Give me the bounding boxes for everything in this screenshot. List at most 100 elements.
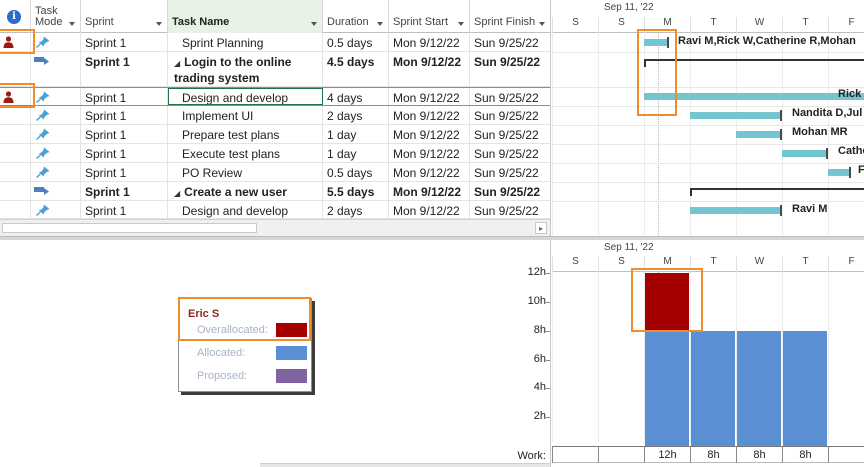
sprint-column-header[interactable]: Sprint: [81, 0, 168, 33]
allocated-bar[interactable]: [645, 330, 689, 446]
task-mode-column-header[interactable]: Task Mode: [31, 0, 81, 33]
task-bar[interactable]: [736, 129, 782, 140]
indicator-cell[interactable]: [0, 163, 31, 181]
sprint-finish-cell[interactable]: Sun 9/25/22: [470, 106, 550, 124]
task-name-column-header[interactable]: Task Name: [168, 0, 323, 33]
task-name-cell[interactable]: PO Review: [168, 163, 323, 181]
sprint-cell[interactable]: Sprint 1: [81, 33, 168, 51]
task-bar[interactable]: [644, 37, 669, 48]
indicator-cell[interactable]: [0, 182, 31, 200]
task-bar[interactable]: [690, 205, 782, 216]
indicators-column-header[interactable]: i: [0, 0, 31, 33]
sprint-finish-cell[interactable]: Sun 9/25/22: [470, 88, 550, 105]
task-bar[interactable]: [690, 110, 782, 121]
overallocated-person-icon[interactable]: [3, 36, 14, 48]
sprint-cell[interactable]: Sprint 1: [81, 163, 168, 181]
chevron-down-icon[interactable]: [377, 22, 383, 26]
scroll-right-arrow-icon[interactable]: ▸: [535, 222, 547, 234]
chevron-down-icon[interactable]: [539, 22, 545, 26]
sprint-start-cell[interactable]: Mon 9/12/22: [389, 201, 470, 218]
indicator-cell[interactable]: [0, 88, 31, 105]
task-row[interactable]: Sprint 1 Design and develop 4 days Mon 9/12…: [0, 87, 550, 106]
duration-cell[interactable]: 1 day: [323, 144, 389, 162]
sprint-finish-cell[interactable]: Sun 9/25/22: [470, 33, 550, 51]
sprint-finish-cell[interactable]: Sun 9/25/22: [470, 201, 550, 218]
duration-cell[interactable]: 0.5 days: [323, 163, 389, 181]
task-bar[interactable]: [644, 93, 864, 100]
indicator-cell[interactable]: [0, 33, 31, 51]
summary-bar[interactable]: [644, 59, 864, 67]
task-bar[interactable]: [828, 167, 851, 178]
sprint-start-cell[interactable]: Mon 9/12/22: [389, 88, 470, 105]
bottom-horizontal-scrollbar[interactable]: [260, 463, 550, 467]
task-mode-cell[interactable]: [31, 144, 81, 162]
sprint-start-column-header[interactable]: Sprint Start: [389, 0, 470, 33]
task-name-cell[interactable]: Implement UI: [168, 106, 323, 124]
sprint-start-cell[interactable]: Mon 9/12/22: [389, 106, 470, 124]
task-mode-cell[interactable]: [31, 33, 81, 51]
grid-horizontal-scrollbar[interactable]: ▸: [0, 219, 550, 236]
task-row[interactable]: Sprint 1 Implement UI 2 days Mon 9/12/22 Sun…: [0, 106, 550, 125]
sprint-start-cell[interactable]: Mon 9/12/22: [389, 52, 470, 86]
task-mode-cell[interactable]: [31, 125, 81, 143]
sprint-start-cell[interactable]: Mon 9/12/22: [389, 163, 470, 181]
sprint-start-cell[interactable]: Mon 9/12/22: [389, 33, 470, 51]
sprint-cell[interactable]: Sprint 1: [81, 52, 168, 86]
indicator-cell[interactable]: [0, 201, 31, 218]
sprint-finish-cell[interactable]: Sun 9/25/22: [470, 144, 550, 162]
scrollbar-thumb[interactable]: [2, 223, 257, 233]
duration-cell[interactable]: 4.5 days: [323, 52, 389, 86]
duration-cell[interactable]: 0.5 days: [323, 33, 389, 51]
task-row[interactable]: Sprint 1 ◢ Create a new user 5.5 days Mon 9/…: [0, 182, 550, 201]
task-mode-cell[interactable]: [31, 182, 81, 200]
duration-cell[interactable]: 2 days: [323, 201, 389, 218]
duration-cell[interactable]: 1 day: [323, 125, 389, 143]
indicator-cell[interactable]: [0, 52, 31, 86]
sprint-start-cell[interactable]: Mon 9/12/22: [389, 144, 470, 162]
chevron-down-icon[interactable]: [69, 22, 75, 26]
sprint-cell[interactable]: Sprint 1: [81, 88, 168, 105]
duration-cell[interactable]: 5.5 days: [323, 182, 389, 200]
sprint-cell[interactable]: Sprint 1: [81, 125, 168, 143]
sprint-finish-cell[interactable]: Sun 9/25/22: [470, 182, 550, 200]
task-row[interactable]: Sprint 1 PO Review 0.5 days Mon 9/12/22 Sun …: [0, 163, 550, 182]
overallocated-bar[interactable]: [645, 273, 689, 331]
sprint-finish-cell[interactable]: Sun 9/25/22: [470, 52, 550, 86]
duration-cell[interactable]: 2 days: [323, 106, 389, 124]
task-mode-cell[interactable]: [31, 201, 81, 218]
chevron-down-icon[interactable]: [156, 22, 162, 26]
task-mode-cell[interactable]: [31, 52, 81, 86]
task-row[interactable]: Sprint 1 Prepare test plans 1 day Mon 9/12/…: [0, 125, 550, 144]
task-mode-cell[interactable]: [31, 106, 81, 124]
task-bar[interactable]: [782, 148, 828, 159]
task-name-cell[interactable]: ◢ Create a new user: [168, 182, 323, 200]
indicator-cell[interactable]: [0, 106, 31, 124]
sprint-finish-column-header[interactable]: Sprint Finish: [470, 0, 550, 33]
sprint-start-cell[interactable]: Mon 9/12/22: [389, 125, 470, 143]
sprint-start-cell[interactable]: Mon 9/12/22: [389, 182, 470, 200]
task-name-cell[interactable]: Design and develop: [168, 88, 323, 105]
task-row[interactable]: Sprint 1 Execute test plans 1 day Mon 9/12/…: [0, 144, 550, 163]
gantt-chart[interactable]: Sep 11, '22 SSMTWTF Ravi M,Rick W,Cather…: [552, 0, 864, 236]
sprint-cell[interactable]: Sprint 1: [81, 106, 168, 124]
indicator-cell[interactable]: [0, 144, 31, 162]
allocated-bar[interactable]: [737, 330, 781, 446]
sprint-cell[interactable]: Sprint 1: [81, 201, 168, 218]
task-row[interactable]: Sprint 1 Design and develop 2 days Mon 9/12…: [0, 201, 550, 219]
allocated-bar[interactable]: [783, 330, 827, 446]
chevron-down-icon[interactable]: [311, 22, 317, 26]
sprint-cell[interactable]: Sprint 1: [81, 144, 168, 162]
overallocated-person-icon[interactable]: [3, 91, 14, 103]
task-mode-cell[interactable]: [31, 88, 81, 105]
chevron-down-icon[interactable]: [458, 22, 464, 26]
duration-column-header[interactable]: Duration: [323, 0, 389, 33]
collapse-triangle-icon[interactable]: ◢: [174, 189, 180, 198]
task-name-cell[interactable]: Design and develop: [168, 201, 323, 218]
sprint-finish-cell[interactable]: Sun 9/25/22: [470, 163, 550, 181]
task-row[interactable]: Sprint 1 ◢ Login to the online trading sys…: [0, 52, 550, 87]
task-name-cell[interactable]: ◢ Login to the online trading system: [168, 52, 323, 86]
task-mode-cell[interactable]: [31, 163, 81, 181]
allocated-bar[interactable]: [691, 330, 735, 446]
sprint-cell[interactable]: Sprint 1: [81, 182, 168, 200]
duration-cell[interactable]: 4 days: [323, 88, 389, 105]
